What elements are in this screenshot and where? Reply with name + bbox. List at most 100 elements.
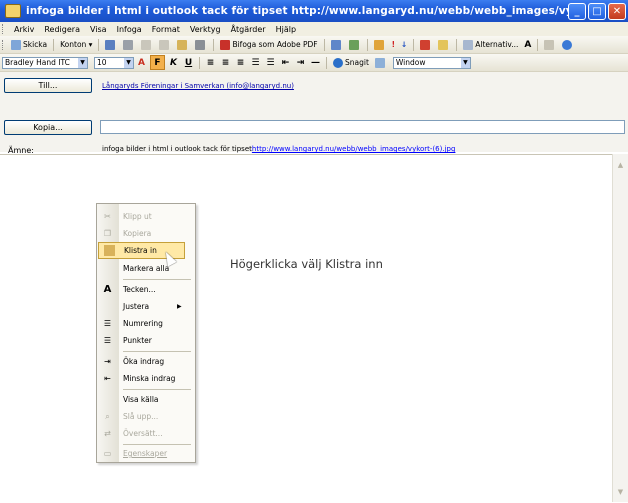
menu-item-label: Kopiera — [123, 229, 152, 238]
to-recipient[interactable]: Långaryds Föreningar i Samverkan (info@l… — [102, 82, 294, 90]
menu-item-copy[interactable]: ❐ Kopiera — [97, 225, 195, 242]
importance-low-button[interactable]: ↓ — [398, 37, 410, 52]
scroll-up-icon[interactable]: ▲ — [614, 158, 627, 171]
align-right-button[interactable]: ≡ — [234, 56, 247, 69]
menu-separator — [123, 389, 191, 390]
minimize-button[interactable]: _ — [568, 2, 586, 20]
check-names-button[interactable] — [346, 37, 364, 52]
signature-button[interactable] — [541, 37, 559, 52]
capture-target-select[interactable]: Window ▼ — [392, 56, 471, 69]
permission-button[interactable] — [435, 37, 453, 52]
options-icon — [463, 39, 474, 50]
font-select[interactable]: Bradley Hand ITC ▼ — [2, 56, 88, 69]
menu-item-decrease-indent[interactable]: ⇤ Minska indrag — [97, 370, 195, 387]
menu-item-numbering[interactable]: ☰ Numrering — [97, 315, 195, 332]
address-book-button[interactable] — [328, 37, 346, 52]
bold-button[interactable]: F — [150, 55, 165, 70]
font-size-select[interactable]: 10 ▼ — [94, 56, 134, 69]
exclamation-icon: ! — [391, 40, 395, 49]
menu-item-align[interactable]: Justera ▶ — [97, 298, 195, 315]
snagit-mode-button[interactable] — [372, 55, 390, 70]
menu-verktyg[interactable]: Verktyg — [185, 25, 226, 34]
cc-field[interactable] — [100, 120, 625, 134]
cc-button[interactable]: Kopia... — [4, 120, 92, 135]
menu-separator — [123, 351, 191, 352]
menu-item-label: Egenskaper — [123, 449, 168, 458]
importance-high-button[interactable]: ! — [389, 37, 398, 52]
send-button[interactable]: Skicka — [8, 37, 50, 52]
horizontal-line-button[interactable]: — — [309, 56, 322, 69]
print-button[interactable] — [120, 37, 138, 52]
menu-bar: Arkiv Redigera Visa Infoga Format Verkty… — [0, 22, 628, 36]
save-button[interactable] — [102, 37, 120, 52]
scroll-down-icon[interactable]: ▼ — [614, 485, 627, 498]
bullets-button[interactable]: ☰ — [264, 56, 277, 69]
menu-item-label: Tecken... — [123, 285, 156, 294]
copy-icon — [159, 39, 170, 50]
close-button[interactable]: ✕ — [608, 2, 626, 20]
flag-button[interactable] — [417, 37, 435, 52]
menu-item-bullets[interactable]: ☰ Punkter — [97, 332, 195, 349]
snagit-button[interactable]: Snagit — [330, 55, 372, 70]
menu-hjalp[interactable]: Hjälp — [271, 25, 301, 34]
vertical-scrollbar[interactable]: ▲ ▼ — [612, 154, 628, 502]
underline-button[interactable]: U — [182, 56, 195, 69]
accounts-button[interactable]: Konton ▾ — [57, 37, 95, 52]
menu-item-properties[interactable]: ▭ Egenskaper — [97, 445, 195, 462]
font-color-button[interactable]: A — [135, 56, 148, 69]
menu-item-cut[interactable]: ✂ Klipp ut — [97, 208, 195, 225]
menu-item-lookup[interactable]: ⌕ Slå upp... — [97, 408, 195, 425]
decrease-indent-button[interactable]: ⇤ — [279, 56, 292, 69]
message-body[interactable] — [0, 154, 612, 503]
menu-item-select-all[interactable]: Markera alla — [97, 260, 195, 277]
menu-item-label: Översätt... — [123, 429, 163, 438]
attach-pdf-button[interactable]: Bifoga som Adobe PDF — [217, 37, 320, 52]
menu-arkiv[interactable]: Arkiv — [9, 25, 39, 34]
menu-visa[interactable]: Visa — [85, 25, 112, 34]
cut-button[interactable] — [138, 37, 156, 52]
numbering-button[interactable]: ☰ — [249, 56, 262, 69]
menu-redigera[interactable]: Redigera — [39, 25, 85, 34]
to-button[interactable]: Till... — [4, 78, 92, 93]
copy-button[interactable] — [156, 37, 174, 52]
align-left-button[interactable]: ≡ — [204, 56, 217, 69]
paste-button[interactable] — [174, 37, 192, 52]
copy-icon: ❐ — [103, 229, 112, 238]
subject-link[interactable]: http://www.langaryd.nu/webb/webb_images/… — [252, 145, 456, 153]
help-button[interactable] — [559, 37, 577, 52]
align-center-button[interactable]: ≡ — [219, 56, 232, 69]
increase-indent-button[interactable]: ⇥ — [294, 56, 307, 69]
insert-file-button[interactable] — [371, 37, 389, 52]
flag-icon — [420, 39, 431, 50]
menu-infoga[interactable]: Infoga — [112, 25, 147, 34]
maximize-button[interactable]: □ — [588, 2, 606, 20]
menu-item-translate[interactable]: ⇄ Översätt... — [97, 425, 195, 442]
save-icon — [105, 39, 116, 50]
toolbar-grip[interactable] — [2, 24, 6, 34]
menu-format[interactable]: Format — [147, 25, 185, 34]
paste-icon — [104, 245, 115, 256]
capture-mode-icon — [374, 57, 385, 68]
toolbar-separator — [199, 56, 200, 69]
address-book-icon — [330, 39, 341, 50]
italic-button[interactable]: K — [167, 56, 180, 69]
send-icon — [11, 39, 21, 50]
decrease-indent-icon: ⇤ — [104, 374, 111, 383]
menu-item-label: Visa källa — [123, 395, 159, 404]
menu-item-font[interactable]: A Tecken... — [97, 281, 195, 298]
menu-item-increase-indent[interactable]: ⇥ Öka indrag — [97, 353, 195, 370]
toolbar-grip[interactable] — [2, 39, 6, 50]
font-size-button[interactable]: A — [521, 37, 534, 52]
decrease-indent-icon: ⇤ — [281, 57, 290, 68]
translate-icon: ⇄ — [104, 429, 111, 438]
menu-atgarder[interactable]: Åtgärder — [226, 25, 271, 34]
to-field[interactable]: Långaryds Föreningar i Samverkan (info@l… — [100, 79, 625, 93]
menu-item-view-source[interactable]: Visa källa — [97, 391, 195, 408]
signature-icon — [544, 39, 555, 50]
attach-button[interactable] — [192, 37, 210, 52]
chevron-down-icon: ▼ — [460, 57, 470, 68]
window-title: infoga bilder i html i outlook tack för … — [26, 5, 568, 17]
font-color-icon: A — [138, 57, 145, 68]
options-button[interactable]: Alternativ... — [460, 37, 521, 52]
toolbar-separator — [537, 38, 539, 51]
